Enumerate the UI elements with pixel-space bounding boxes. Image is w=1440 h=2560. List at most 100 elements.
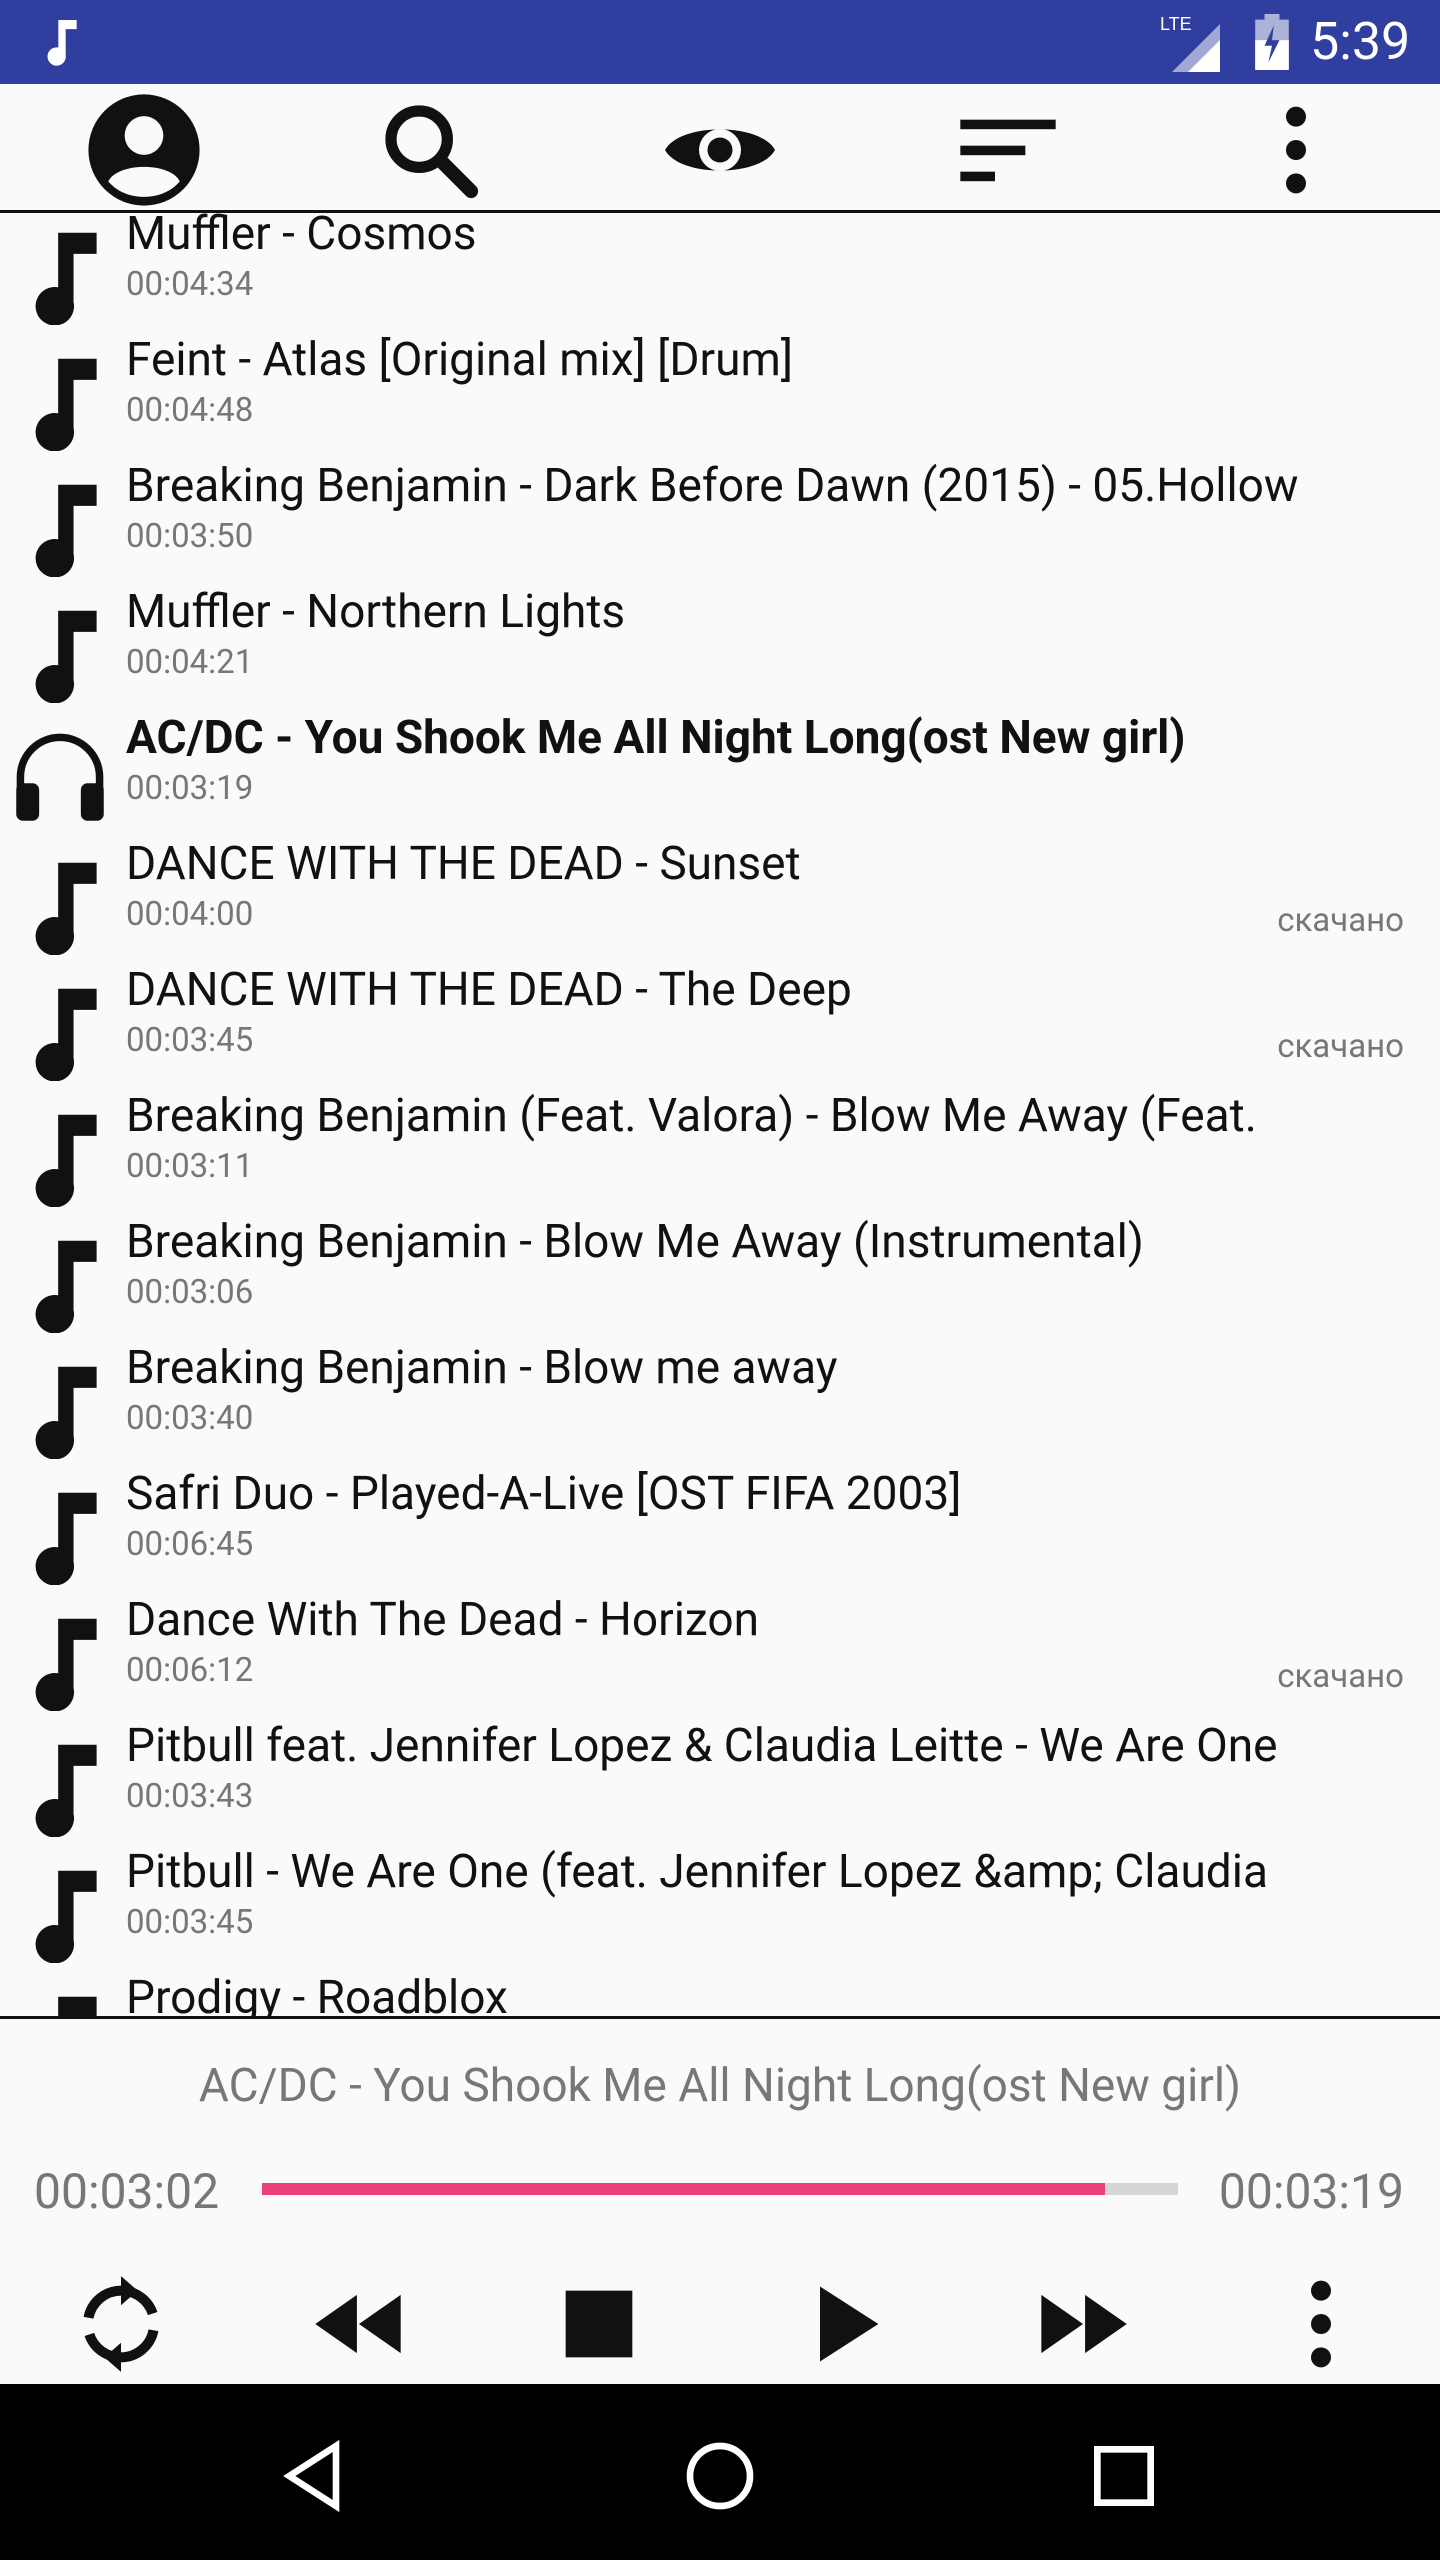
song-title: Muffler - Northern Lights (126, 585, 626, 639)
song-duration: 00:04:00 (126, 895, 254, 934)
downloaded-badge: скачано (1277, 1027, 1404, 1066)
music-note-icon (47, 20, 77, 66)
song-title: Breaking Benjamin - Blow Me Away (Instru… (126, 1215, 1144, 1269)
account-icon (88, 94, 200, 206)
music-note-icon (14, 1611, 110, 1712)
song-item[interactable]: Pitbull - We Are One (feat. Jennifer Lop… (0, 1843, 1440, 1969)
song-title: Breaking Benjamin - Dark Before Dawn (20… (126, 459, 1299, 513)
headphones-icon (10, 725, 106, 825)
music-note-icon (14, 1107, 110, 1208)
song-title: Safri Duo - Played-A-Live [OST FIFA 2003… (126, 1467, 962, 1521)
song-item[interactable]: Muffler - Northern Lights 00:04:21 (0, 583, 1440, 709)
song-duration: 00:03:40 (126, 1399, 254, 1438)
more-vert-icon (1311, 2280, 1331, 2368)
recents-button[interactable] (1064, 2416, 1184, 2536)
repeat-button[interactable] (56, 2259, 186, 2389)
song-item[interactable]: Pitbull feat. Jennifer Lopez & Claudia L… (0, 1717, 1440, 1843)
song-item[interactable]: Feint - Atlas [Original mix] [Drum] 00:04… (0, 331, 1440, 457)
music-note-icon (14, 1863, 110, 1964)
song-item[interactable]: Muffler - Cosmos 00:04:34 (0, 213, 1440, 331)
music-note-icon (14, 855, 110, 956)
back-button[interactable] (256, 2416, 376, 2536)
toolbar (0, 84, 1440, 213)
sort-button[interactable] (948, 90, 1068, 210)
song-duration: 00:06:12 (126, 1651, 254, 1690)
total-time: 00:03:19 (1218, 2163, 1404, 2220)
music-note-icon (14, 477, 110, 578)
stop-icon (565, 2290, 633, 2358)
back-icon (283, 2439, 340, 2513)
music-note-icon (14, 1737, 110, 1838)
music-note-icon (14, 1989, 110, 2018)
current-time: 00:03:02 (34, 2163, 220, 2220)
clock: 5:39 (1310, 11, 1411, 72)
home-button[interactable] (660, 2416, 780, 2536)
song-duration: 00:03:50 (126, 517, 254, 556)
rewind-icon (315, 2294, 401, 2354)
repeat-icon (83, 2276, 159, 2372)
song-item[interactable]: DANCE WITH THE DEAD - Sunset 00:04:00 скач… (0, 835, 1440, 961)
song-duration: 00:03:45 (126, 1903, 254, 1942)
battery-icon (1255, 14, 1289, 70)
song-duration: 00:03:06 (126, 1273, 254, 1312)
song-item[interactable]: Breaking Benjamin - Blow Me Away (Instru… (0, 1213, 1440, 1339)
song-duration: 00:04:34 (126, 265, 254, 304)
song-title: Pitbull feat. Jennifer Lopez & Claudia L… (126, 1719, 1278, 1773)
song-duration: 00:04:21 (126, 643, 254, 682)
fast-forward-icon (1041, 2294, 1127, 2354)
view-button[interactable] (660, 90, 780, 210)
song-item[interactable]: Breaking Benjamin - Dark Before Dawn (20… (0, 457, 1440, 583)
song-duration: 00:03:43 (126, 1777, 254, 1816)
navigation-bar (0, 2384, 1440, 2560)
music-note-icon (14, 1359, 110, 1460)
downloaded-badge: скачано (1277, 901, 1404, 940)
song-item[interactable]: DANCE WITH THE DEAD - The Deep 00:03:45 ск… (0, 961, 1440, 1087)
song-title: DANCE WITH THE DEAD - The Deep (126, 963, 852, 1017)
song-title: Breaking Benjamin (Feat. Valora) - Blow … (126, 1089, 1257, 1143)
music-note-icon (14, 1485, 110, 1586)
music-note-icon (14, 1233, 110, 1334)
song-title: AC/DC - You Shook Me All Night Long(ost … (126, 711, 1186, 765)
progress-fill (262, 2183, 1105, 2195)
play-button[interactable] (780, 2259, 910, 2389)
now-playing-title: AC/DC - You Shook Me All Night Long(ost … (198, 2059, 1242, 2113)
account-button[interactable] (84, 90, 204, 210)
progress-bar[interactable] (262, 2183, 1178, 2195)
more-vert-icon (1286, 106, 1306, 194)
song-item[interactable]: Safri Duo - Played-A-Live [OST FIFA 2003… (0, 1465, 1440, 1591)
rewind-button[interactable] (294, 2259, 424, 2389)
stop-button[interactable] (534, 2259, 664, 2389)
signal-icon: LTE (1160, 14, 1220, 72)
home-icon (686, 2442, 754, 2510)
search-icon (385, 105, 479, 199)
song-title: Feint - Atlas [Original mix] [Drum] (126, 333, 794, 387)
song-duration: 00:06:45 (126, 1525, 254, 1564)
play-icon (820, 2286, 879, 2362)
song-item[interactable]: Prodigy - Roadblox (0, 1969, 1440, 2018)
song-title: Breaking Benjamin - Blow me away (126, 1341, 838, 1395)
recents-icon (1094, 2446, 1154, 2506)
song-title: DANCE WITH THE DEAD - Sunset (126, 837, 801, 891)
song-item[interactable]: Breaking Benjamin (Feat. Valora) - Blow … (0, 1087, 1440, 1213)
music-note-icon (14, 603, 110, 704)
music-note-icon (14, 351, 110, 452)
song-title: Dance With The Dead - Horizon (126, 1593, 759, 1647)
sort-icon (960, 119, 1056, 182)
music-note-icon (14, 981, 110, 1082)
song-title: Pitbull - We Are One (feat. Jennifer Lop… (126, 1845, 1268, 1899)
song-item[interactable]: AC/DC - You Shook Me All Night Long(ost … (0, 709, 1440, 835)
song-list[interactable]: Muffler - Cosmos 00:04:34 Feint - Atlas [O… (0, 213, 1440, 2018)
song-title: Prodigy - Roadblox (126, 1971, 508, 2018)
fast-forward-button[interactable] (1018, 2259, 1148, 2389)
status-bar: LTE 5:39 (0, 0, 1440, 84)
search-button[interactable] (370, 90, 490, 210)
music-note-icon (14, 225, 110, 326)
overflow-menu-button[interactable] (1236, 90, 1356, 210)
song-duration: 00:03:11 (126, 1147, 254, 1186)
song-item[interactable]: Breaking Benjamin - Blow me away 00:03:40 (0, 1339, 1440, 1465)
song-item[interactable]: Dance With The Dead - Horizon 00:06:12 ска… (0, 1591, 1440, 1717)
network-label: LTE (1160, 14, 1192, 34)
song-duration: 00:04:48 (126, 391, 254, 430)
eye-icon (665, 129, 775, 171)
player-more-button[interactable] (1256, 2259, 1386, 2389)
